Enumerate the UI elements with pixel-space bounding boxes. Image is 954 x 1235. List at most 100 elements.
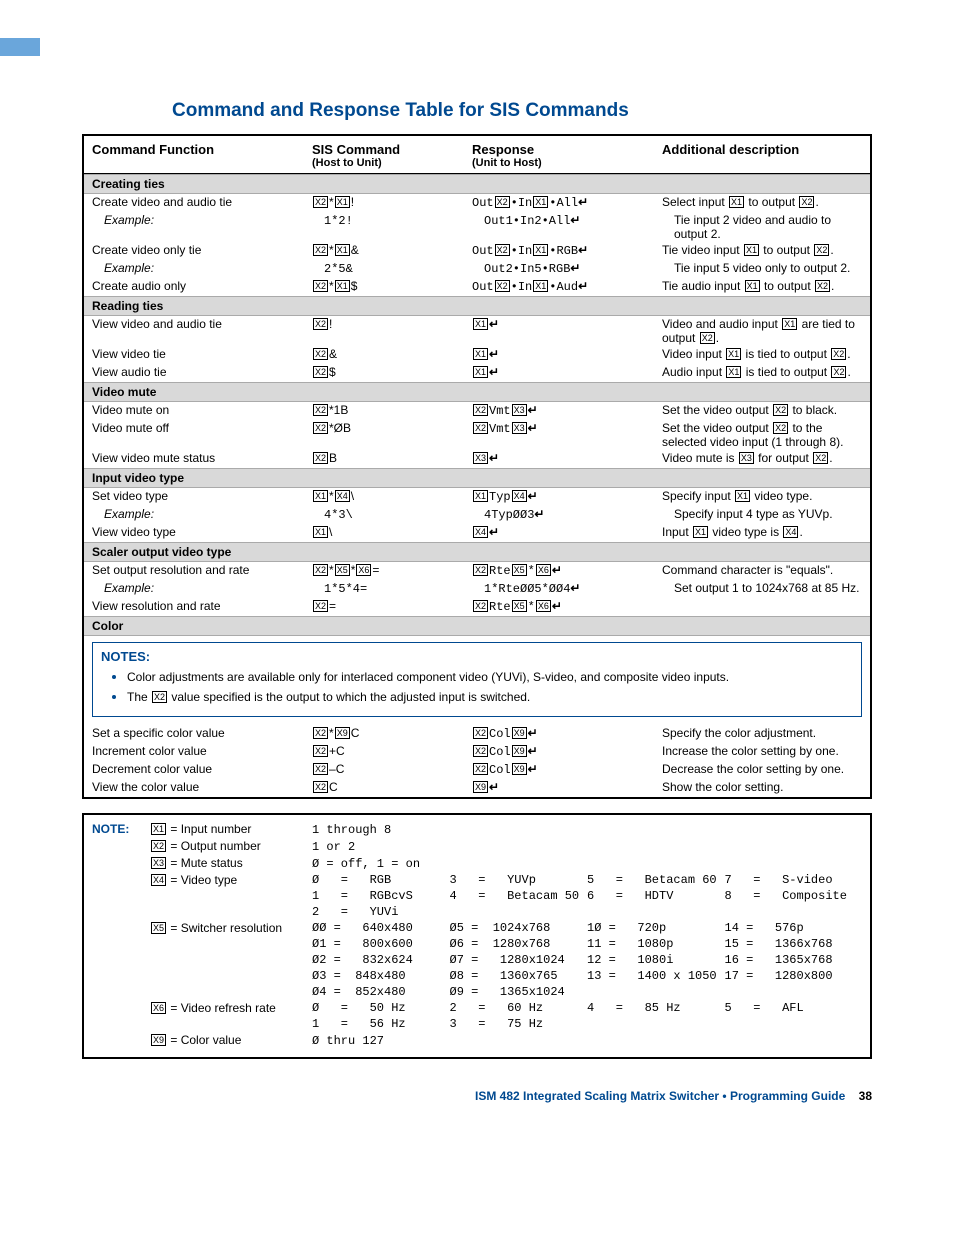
row-desc: Increase the color setting by one. xyxy=(662,744,862,760)
var-x3: X3 xyxy=(512,422,527,434)
row-desc: Set the video output X2 to the selected … xyxy=(662,421,862,449)
row-resp: OutX2•InX1•Aud xyxy=(472,279,662,295)
var-x2: X2 xyxy=(473,564,488,576)
row-desc: Video and audio input X1 are tied to out… xyxy=(662,317,862,345)
row-func: View the color value xyxy=(92,780,312,796)
var-x2: X2 xyxy=(313,196,328,208)
var-x5: X5 xyxy=(151,922,166,934)
section-header: Creating ties xyxy=(84,174,870,194)
row-func: View video mute status xyxy=(92,451,312,467)
row-desc: Set the video output X2 to black. xyxy=(662,403,862,419)
legend-values: Ø = RGB 1 = RGBcvS 2 = YUVi3 = YUVp 4 = … xyxy=(312,872,862,920)
legend-row: X6 = Video refresh rateØ = 50 Hz 1 = 56 … xyxy=(92,1000,862,1032)
var-x1: X1 xyxy=(735,490,750,502)
legend-label xyxy=(92,1000,150,1032)
var-x2: X2 xyxy=(773,404,788,416)
row-desc: Specify input X1 video type. xyxy=(662,489,862,505)
section-header: Color xyxy=(84,616,870,636)
legend-col: 2 = 60 Hz 3 = 75 Hz xyxy=(450,1000,588,1032)
table-row: Set output resolution and rateX2*X5*X6=X… xyxy=(84,562,870,580)
table-row: Example:1*5*4=1*RteØØ5*ØØ4Set output 1 t… xyxy=(84,580,870,598)
enter-icon xyxy=(489,781,499,795)
table-row: Increment color valueX2+CX2ColX9Increase… xyxy=(84,743,870,761)
var-x2: X2 xyxy=(813,452,828,464)
header-resp: Response xyxy=(472,142,662,157)
row-resp: X1TypX4 xyxy=(472,489,662,505)
legend-def: X9 = Color value xyxy=(150,1032,312,1049)
row-resp: X2VmtX3 xyxy=(472,403,662,419)
var-x3: X3 xyxy=(151,857,166,869)
legend-row: X2 = Output number1 or 2 xyxy=(92,838,862,855)
var-x1: X1 xyxy=(473,318,488,330)
table-header-row: Command Function SIS Command (Host to Un… xyxy=(84,136,870,174)
row-desc: Input X1 video type is X4. xyxy=(662,525,862,541)
header-desc: Additional description xyxy=(662,142,862,157)
enter-icon xyxy=(570,262,580,276)
var-x1: X1 xyxy=(533,244,548,256)
row-resp: X2RteX5*X6 xyxy=(472,599,662,615)
row-cmd: X2B xyxy=(312,451,472,467)
var-x2: X2 xyxy=(313,727,328,739)
var-x1: X1 xyxy=(726,366,741,378)
row-func: View video tie xyxy=(92,347,312,363)
row-resp: 4TypØØ3 xyxy=(484,507,674,523)
var-x2: X2 xyxy=(313,564,328,576)
var-x6: X6 xyxy=(151,1002,166,1014)
legend-row: X5 = Switcher resolutionØØ = 640x480 Ø1 … xyxy=(92,920,862,1000)
var-x3: X3 xyxy=(512,404,527,416)
var-x4: X4 xyxy=(335,490,350,502)
var-x5: X5 xyxy=(512,564,527,576)
row-func: Set output resolution and rate xyxy=(92,563,312,579)
table-row: Decrement color valueX2–CX2ColX9Decrease… xyxy=(84,761,870,779)
var-x1: X1 xyxy=(693,526,708,538)
legend-label: NOTE: xyxy=(92,821,150,838)
note-item: Color adjustments are available only for… xyxy=(127,668,853,684)
row-cmd: X2*X1& xyxy=(312,243,472,259)
row-cmd: X1\ xyxy=(312,525,472,541)
row-resp: X2ColX9 xyxy=(472,762,662,778)
legend-row: X3 = Mute statusØ = off, 1 = on xyxy=(92,855,862,872)
table-row: View the color valueX2CX9Show the color … xyxy=(84,779,870,797)
var-x5: X5 xyxy=(512,600,527,612)
var-x2: X2 xyxy=(495,280,510,292)
var-x5: X5 xyxy=(335,564,350,576)
page-content: Command and Response Table for SIS Comma… xyxy=(42,0,912,1123)
row-func: View video type xyxy=(92,525,312,541)
legend-label xyxy=(92,855,150,872)
row-func: Set video type xyxy=(92,489,312,505)
table-row: Create audio onlyX2*X1$OutX2•InX1•AudTie… xyxy=(84,278,870,296)
row-cmd: X2& xyxy=(312,347,472,363)
table-row: Example:2*5&Out2•In5•RGBTie input 5 vide… xyxy=(84,260,870,278)
row-func: Example: xyxy=(92,507,324,523)
row-resp: 1*RteØØ5*ØØ4 xyxy=(484,581,674,597)
var-x1: X1 xyxy=(726,348,741,360)
legend-label xyxy=(92,838,150,855)
row-resp: X1 xyxy=(472,347,662,363)
table-row: Video mute onX2*1BX2VmtX3Set the video o… xyxy=(84,402,870,420)
table-row: View video mute statusX2BX3Video mute is… xyxy=(84,450,870,468)
enter-icon xyxy=(528,763,538,777)
var-x2: X2 xyxy=(313,452,328,464)
var-x2: X2 xyxy=(799,196,814,208)
row-func: Create video and audio tie xyxy=(92,195,312,211)
var-x1: X1 xyxy=(473,490,488,502)
enter-icon xyxy=(489,318,499,332)
table-row: View video and audio tieX2!X1Video and a… xyxy=(84,316,870,346)
row-resp: Out1•In2•All xyxy=(484,213,674,241)
row-func: View video and audio tie xyxy=(92,317,312,345)
row-resp: X1 xyxy=(472,365,662,381)
row-resp: X3 xyxy=(472,451,662,467)
var-x4: X4 xyxy=(783,526,798,538)
header-func: Command Function xyxy=(92,142,312,157)
row-cmd: 1*2! xyxy=(324,213,484,241)
var-x2: X2 xyxy=(700,332,715,344)
legend-col: 3 = YUVp 4 = Betacam 50 xyxy=(450,872,588,920)
var-x9: X9 xyxy=(473,781,488,793)
page-title: Command and Response Table for SIS Comma… xyxy=(172,100,872,122)
var-x1: X1 xyxy=(313,526,328,538)
var-x1: X1 xyxy=(744,244,759,256)
row-resp: X9 xyxy=(472,780,662,796)
var-x2: X2 xyxy=(831,366,846,378)
table-row: View resolution and rateX2=X2RteX5*X6 xyxy=(84,598,870,616)
row-cmd: X2= xyxy=(312,599,472,615)
